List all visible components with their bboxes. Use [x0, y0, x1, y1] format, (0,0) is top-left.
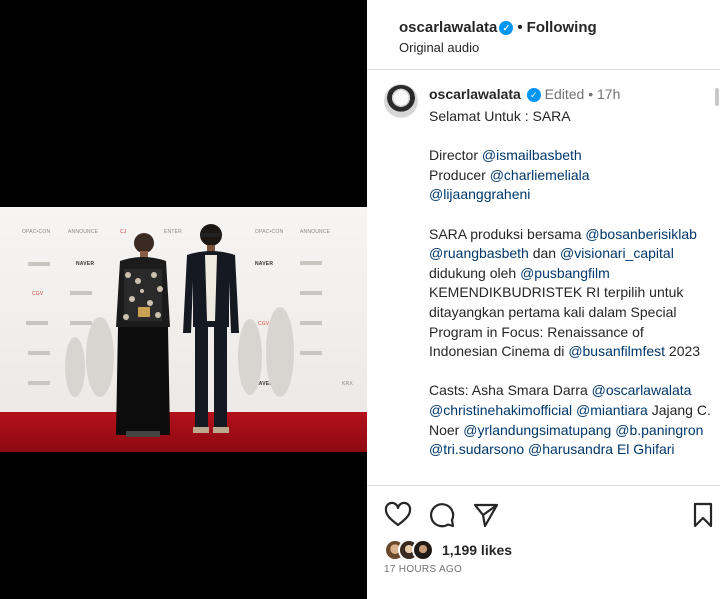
mention-link[interactable]: @ismailbasbeth — [482, 147, 582, 163]
video-frame[interactable]: OPAC•CON ANNOUNCE CJ ENTER OPAC•CON ANNO… — [0, 207, 367, 452]
caption-text-span: SARA produksi bersama — [429, 225, 582, 242]
following-button[interactable]: Following — [527, 19, 597, 36]
mention-link[interactable]: @ruangbasbeth — [429, 245, 529, 261]
action-bar — [367, 495, 720, 535]
caption-line: Director @ismailbasbeth — [429, 146, 714, 166]
verified-badge-icon: ✓ — [499, 21, 514, 35]
header-user-line: oscarlawalata ✓ • Following — [399, 19, 597, 36]
caption-line: @lijaanggraheni — [429, 185, 714, 205]
caption-time[interactable]: 17h — [597, 86, 620, 102]
edited-label: Edited — [544, 86, 585, 102]
producer-label: Producer — [429, 166, 486, 183]
mention-link[interactable]: @b.paningron — [615, 422, 703, 438]
caption-line: Producer @charliemeliala — [429, 166, 714, 186]
heart-icon[interactable] — [384, 501, 412, 529]
instagram-post-view: OPAC•CON ANNOUNCE CJ ENTER OPAC•CON ANNO… — [0, 0, 720, 599]
person-right — [183, 224, 239, 433]
likes-row[interactable]: 1,199 likes — [384, 538, 512, 562]
mention-link[interactable]: @miantiara — [576, 402, 648, 418]
mention-link[interactable]: @oscarlawalata — [592, 382, 692, 398]
caption-text-span: Casts: Asha Smara Darra — [429, 382, 588, 399]
caption-text-span: didukung oleh — [429, 264, 517, 281]
caption-username[interactable]: oscarlawalata — [429, 86, 521, 102]
caption-text-span: 2023 — [668, 343, 701, 360]
mention-link[interactable]: @pusbangfilm — [520, 265, 610, 281]
caption-header: oscarlawalata ✓ Edited • 17h — [429, 86, 620, 102]
caption-text: Selamat Untuk : SARA Director @ismailbas… — [429, 107, 714, 460]
liker-avatar — [412, 539, 434, 561]
mention-link[interactable]: @busanfilmfest — [568, 343, 665, 359]
save-icon[interactable] — [689, 501, 717, 529]
header-dot: • — [517, 19, 523, 36]
media-panel[interactable]: OPAC•CON ANNOUNCE CJ ENTER OPAC•CON ANNO… — [0, 0, 367, 599]
caption-paragraph: SARA produksi bersama @bosanberisiklab @… — [429, 225, 714, 362]
post-details-panel: oscarlawalata ✓ • Following Original audio … — [367, 0, 720, 599]
caption-dot: • — [588, 86, 594, 102]
mention-link[interactable]: @visionari_capital — [560, 245, 674, 261]
caption-text-span: dan — [532, 245, 557, 262]
likes-count[interactable]: 1,199 likes — [442, 542, 512, 558]
caption-paragraph: Casts: Asha Smara Darra @oscarlawalata @… — [429, 381, 714, 459]
caption-line: Selamat Untuk : SARA — [429, 108, 571, 124]
mention-link[interactable]: @bosanberisiklab — [585, 226, 697, 242]
post-timestamp[interactable]: 17 HOURS AGO — [384, 564, 462, 575]
mention-link[interactable]: @yrlandungsimatupang — [463, 422, 611, 438]
header-username[interactable]: oscarlawalata — [399, 19, 497, 36]
caption-section: oscarlawalata ✓ Edited • 17h Selamat Unt… — [367, 70, 720, 486]
avatar[interactable] — [384, 84, 418, 118]
verified-badge-icon: ✓ — [526, 88, 541, 102]
share-icon[interactable] — [472, 501, 500, 529]
comment-icon[interactable] — [428, 501, 456, 529]
original-audio-link[interactable]: Original audio — [399, 40, 479, 55]
caption-scrollbar[interactable] — [715, 88, 719, 106]
post-header: oscarlawalata ✓ • Following Original audio — [367, 0, 720, 70]
mention-link[interactable]: @tri.sudarsono @harusandra El Ghifari — [429, 441, 675, 457]
person-left — [116, 233, 170, 437]
director-label: Director — [429, 147, 479, 164]
mention-link[interactable]: @charliemeliala — [490, 167, 590, 183]
mention-link[interactable]: @lijaanggraheni — [429, 186, 530, 202]
mention-link[interactable]: @christinehakimofficial — [429, 402, 572, 418]
